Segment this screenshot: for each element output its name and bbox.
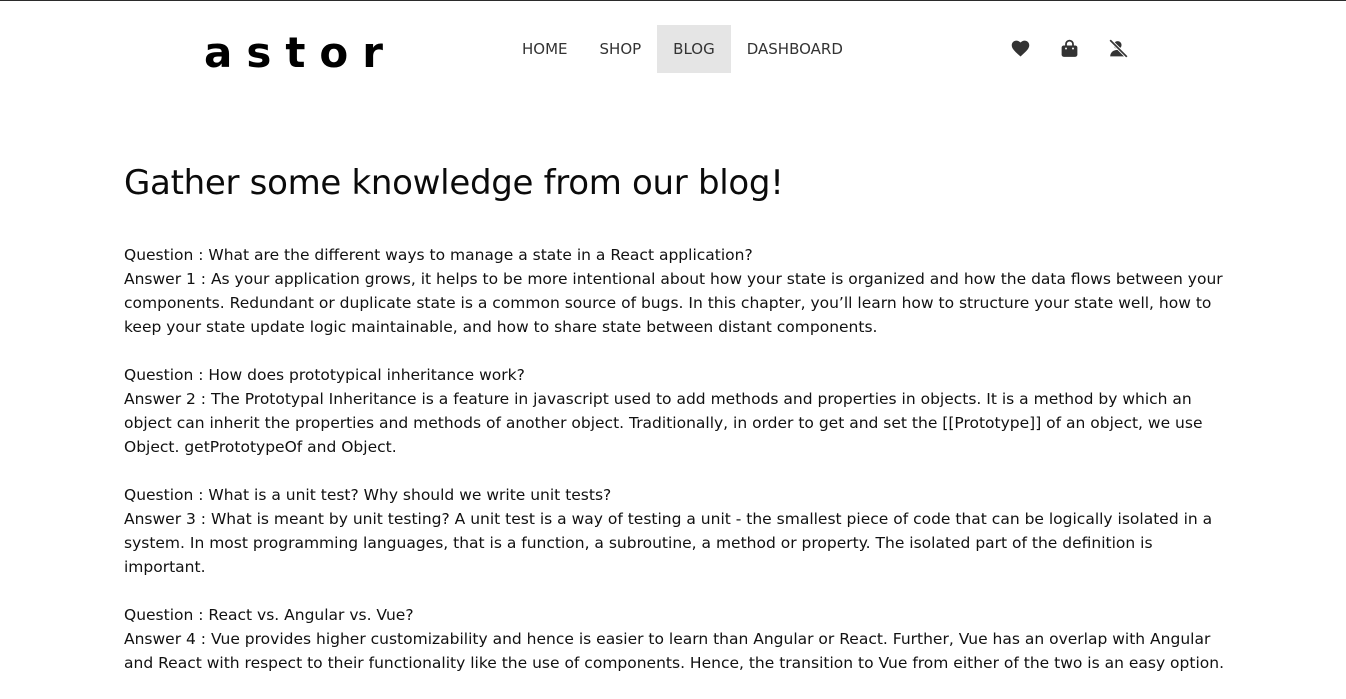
brand-logo[interactable]: astor <box>204 27 397 79</box>
top-navbar: astor HOME SHOP BLOG DASHBOARD <box>0 1 1346 97</box>
qa-item: Question : What is a unit test? Why shou… <box>124 483 1224 579</box>
qa-item: Question : React vs. Angular vs. Vue? An… <box>124 603 1224 675</box>
question-text: Question : What is a unit test? Why shou… <box>124 486 612 504</box>
nav-dashboard[interactable]: DASHBOARD <box>731 25 859 73</box>
blog-content: Gather some knowledge from our blog! Que… <box>124 160 1224 699</box>
main-nav: HOME SHOP BLOG DASHBOARD <box>506 25 859 73</box>
question-text: Question : What are the different ways t… <box>124 246 753 264</box>
answer-text: Answer 3 : What is meant by unit testing… <box>124 510 1213 576</box>
qa-item: Question : What are the different ways t… <box>124 243 1224 339</box>
question-text: Question : How does prototypical inherit… <box>124 366 525 384</box>
qa-list: Question : What are the different ways t… <box>124 243 1224 675</box>
qa-item: Question : How does prototypical inherit… <box>124 363 1224 459</box>
answer-text: Answer 2 : The Prototypal Inheritance is… <box>124 390 1203 456</box>
shopping-bag-icon[interactable] <box>1059 38 1080 59</box>
header-icons <box>1010 38 1129 59</box>
nav-shop[interactable]: SHOP <box>584 25 658 73</box>
answer-text: Answer 1 : As your application grows, it… <box>124 270 1223 336</box>
answer-text: Answer 4 : Vue provides higher customiza… <box>124 630 1224 672</box>
nav-home[interactable]: HOME <box>506 25 584 73</box>
heart-icon[interactable] <box>1010 38 1031 59</box>
page-title: Gather some knowledge from our blog! <box>124 163 784 203</box>
nav-blog[interactable]: BLOG <box>657 25 731 73</box>
user-slash-icon[interactable] <box>1108 38 1129 59</box>
question-text: Question : React vs. Angular vs. Vue? <box>124 606 414 624</box>
